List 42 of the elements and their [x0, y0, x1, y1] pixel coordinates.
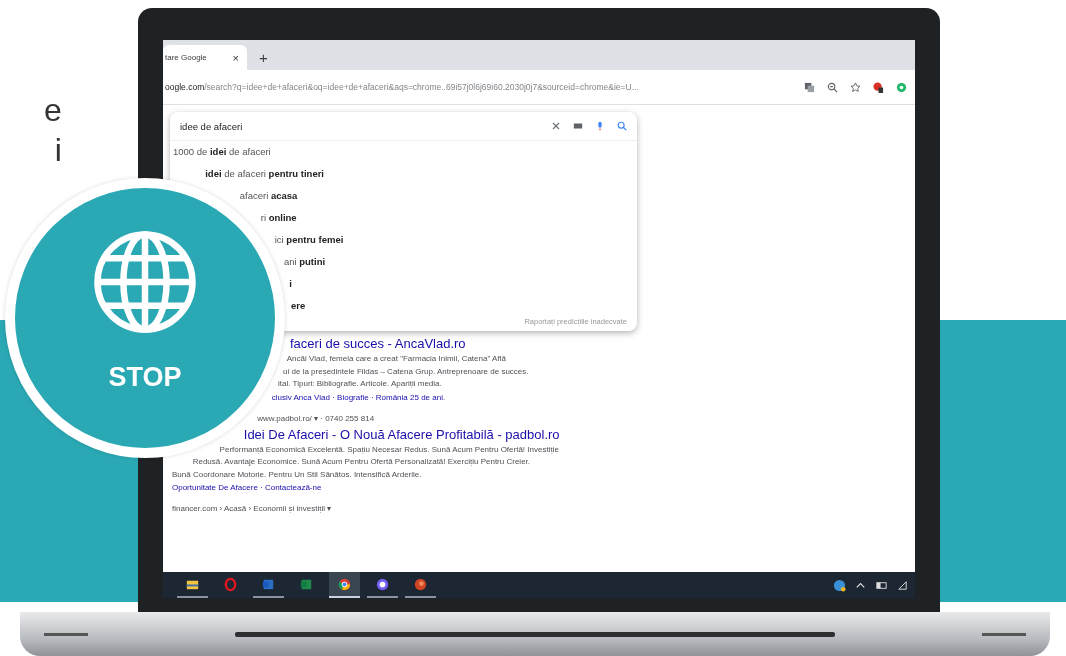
search-icon[interactable]: [617, 121, 627, 131]
browser-tab[interactable]: tare Google ×: [163, 45, 247, 70]
heading-text: i: [54, 132, 62, 168]
suggestion-item[interactable]: idei de afaceri pentru tineri: [205, 168, 324, 179]
network-icon[interactable]: [896, 578, 909, 592]
star-icon[interactable]: [850, 81, 861, 93]
result-snippet: Bună Coordonare Motorie. Pentru Un Stil Sănătos. Intensifică Arderile.: [172, 469, 422, 479]
address-field[interactable]: oogle.com/search?q=idee+de+afaceri&oq=idee+de+afaceri&aqs=chrome..69i57j0l6j69i60.2030j0j7&sourceid=chrome&ie=U...: [163, 82, 792, 92]
globe-icon: [91, 228, 199, 336]
result-title-link[interactable]: faceri de succes - AncaVlad.ro: [290, 336, 466, 351]
translate-icon[interactable]: [804, 81, 815, 93]
tab-close-button[interactable]: ×: [232, 51, 239, 64]
suggestion-item[interactable]: i: [289, 278, 292, 289]
search-field[interactable]: idee de afaceri: [170, 112, 637, 141]
result-title-link[interactable]: Idei De Afaceri - O Nouă Afacere Profitabilă - padbol.ro: [243, 426, 560, 442]
result-sitelinks[interactable]: clusiv Anca Vlad · Biografie · România 25 de ani.: [271, 392, 446, 402]
suggestion-item[interactable]: ere: [291, 300, 306, 311]
clear-icon[interactable]: [551, 121, 561, 131]
suggestion-item[interactable]: ici pentru femei: [274, 234, 344, 245]
result-snippet: ital. Tipuri: Bibliografie. Articole. Apariții media.: [278, 379, 442, 388]
extension-icon[interactable]: [873, 81, 884, 93]
result-snippet: Redusă. Avantaje Economice. Sună Acum Pentru Ofertă Personalizată! Exercițiu Pentru Creier.: [192, 457, 531, 466]
new-tab-button[interactable]: +: [255, 45, 272, 70]
suggestion-item[interactable]: ri online: [260, 212, 297, 223]
help-icon[interactable]: [833, 578, 846, 592]
suggestion-item[interactable]: ani putini: [283, 256, 326, 267]
result-sitelinks[interactable]: Oportunitate De Afacere · Contactează-ne: [172, 483, 322, 492]
suggestion-item[interactable]: 1000 de idei de afaceri: [173, 146, 271, 157]
result-snippet: Performanță Economică Excelentă. Spațiu Necesar Redus. Sună Acum Pentru Ofertă! Investiție: [219, 444, 559, 454]
tab-title: tare Google: [165, 53, 207, 62]
result-url: www.padbol.ro/ ▾ · 0740 255 814: [257, 413, 375, 423]
microphone-icon[interactable]: [595, 121, 605, 131]
result-snippet: ui de la președintele Fildas – Catena Grup. Antreprenoare de succes.: [283, 366, 529, 376]
zoom-icon[interactable]: [827, 81, 838, 93]
ring-icon: [222, 575, 239, 593]
keyboard-icon[interactable]: [573, 121, 583, 131]
result-snippet: Ancăi Vlad, femeia care a creat "Farmacia Inimii, Catena" Află: [286, 354, 506, 363]
suggestion-item[interactable]: afaceri acasa: [239, 190, 298, 201]
result-url: financer.com › Acasă › Economii și investiții ▾: [172, 504, 332, 513]
heading-text: e: [44, 92, 62, 128]
taskbar-app-button[interactable]: [329, 572, 360, 598]
stop-label: STOP: [108, 362, 182, 393]
